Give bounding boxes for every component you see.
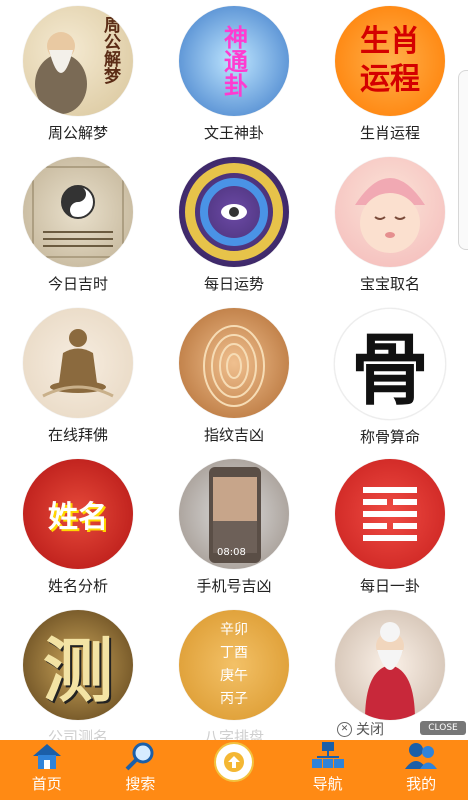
bazi-icon: 辛卯 丁酉 庚午 丙子 (179, 610, 289, 720)
grid-item-hexagram[interactable]: 每日一卦 (312, 453, 468, 604)
home-icon (29, 741, 65, 771)
side-scroll-handle[interactable] (458, 70, 468, 250)
art-text: 姓名 (48, 500, 108, 535)
tab-label: 搜索 (125, 775, 156, 793)
grid-item-label: 指纹吉凶 (203, 426, 264, 444)
tab-home[interactable]: 首页 (0, 740, 94, 800)
hexagram-icon (335, 459, 445, 569)
grid-item-name-analysis[interactable]: 姓名 姓名分析 (0, 453, 156, 604)
grid-item-label: 今日吉时 (47, 275, 108, 293)
grid-item-fingerprint[interactable]: 指纹吉凶 (156, 302, 312, 453)
baby-naming-icon (335, 157, 445, 267)
fingerprint-icon (179, 308, 289, 418)
grid-item-lucky-time[interactable]: 今日吉时 (0, 151, 156, 302)
art-text: 08:08 (217, 547, 246, 558)
art-text: 生肖运程 (360, 24, 420, 97)
daily-fortune-icon (179, 157, 289, 267)
search-icon (122, 741, 158, 771)
grid-item-wenwang[interactable]: 神通卦 文王神卦 (156, 0, 312, 151)
zodiac-fortune-icon: 生肖运程 (335, 6, 445, 116)
grid-item-baby-naming[interactable]: 宝宝取名 (312, 151, 468, 302)
grid-item-label: 文王神卦 (203, 124, 264, 142)
wenwang-divination-icon: 神通卦 (179, 6, 289, 116)
grid-item-phone-number[interactable]: 08:08 手机号吉凶 (156, 453, 312, 604)
grid-item-label: 每日一卦 (359, 577, 420, 595)
art-text: 神通卦 (219, 25, 249, 97)
grid-item-label: 在线拜佛 (47, 426, 108, 444)
buddha-icon (23, 308, 133, 418)
grid-item-zhougong[interactable]: 周公解梦 周公解梦 (0, 0, 156, 151)
name-analysis-icon: 姓名 (23, 459, 133, 569)
ad-close-tag[interactable]: CLOSE (420, 721, 466, 735)
grid-item-bone-weight[interactable]: 骨 称骨算命 (312, 302, 468, 453)
elder-icon (335, 610, 445, 720)
tab-navigation[interactable]: 导航 (281, 740, 375, 800)
tab-mine[interactable]: 我的 (374, 740, 468, 800)
grid-item-zodiac[interactable]: 生肖运程 生肖运程 (312, 0, 468, 151)
bottom-tab-bar: 首页 搜索 导航 我的 (0, 740, 468, 800)
grid-item-label: 每日运势 (203, 275, 264, 293)
grid-item-label: 手机号吉凶 (196, 577, 272, 595)
tab-label: 首页 (31, 775, 62, 793)
grid-item-label: 称骨算命 (359, 428, 420, 446)
lucky-time-icon (23, 157, 133, 267)
company-naming-icon: 测 (23, 610, 133, 720)
grid-item-label: 周公解梦 (47, 124, 108, 142)
art-text: 骨 (350, 325, 429, 416)
zhougong-dream-icon: 周公解梦 (23, 6, 133, 116)
ad-close-label: 关闭 (356, 722, 384, 738)
grid-item-bazi[interactable]: 辛卯 丁酉 庚午 丙子 八字排盘 (156, 604, 312, 755)
tab-search[interactable]: 搜索 (94, 740, 188, 800)
sitemap-icon (310, 741, 346, 771)
grid-item-daily-fortune[interactable]: 每日运势 (156, 151, 312, 302)
close-icon: ✕ (337, 721, 352, 737)
user-icon (403, 741, 439, 771)
ad-close-button[interactable]: ✕ 关闭 (337, 719, 384, 739)
function-grid: 周公解梦 周公解梦 神通卦 文王神卦 生肖运程 生肖运程 今日吉时 每日运势 宝… (0, 0, 468, 746)
grid-item-label: 生肖运程 (359, 124, 420, 142)
up-arrow-icon (213, 742, 254, 782)
art-text: 测 (43, 628, 113, 712)
grid-item-buddha[interactable]: 在线拜佛 (0, 302, 156, 453)
grid-item-company-naming[interactable]: 测 公司测名 (0, 604, 156, 755)
art-text: 辛卯 丁酉 庚午 丙子 (220, 622, 248, 707)
bone-weight-icon: 骨 (334, 308, 446, 420)
phone-number-icon: 08:08 (179, 459, 289, 569)
grid-item-label: 宝宝取名 (359, 275, 420, 293)
grid-item-label: 姓名分析 (47, 577, 108, 595)
tab-label: 导航 (312, 775, 343, 793)
art-text: 周公解梦 (100, 16, 120, 84)
tab-label: 我的 (406, 775, 437, 793)
tab-scroll-top[interactable] (187, 740, 281, 800)
